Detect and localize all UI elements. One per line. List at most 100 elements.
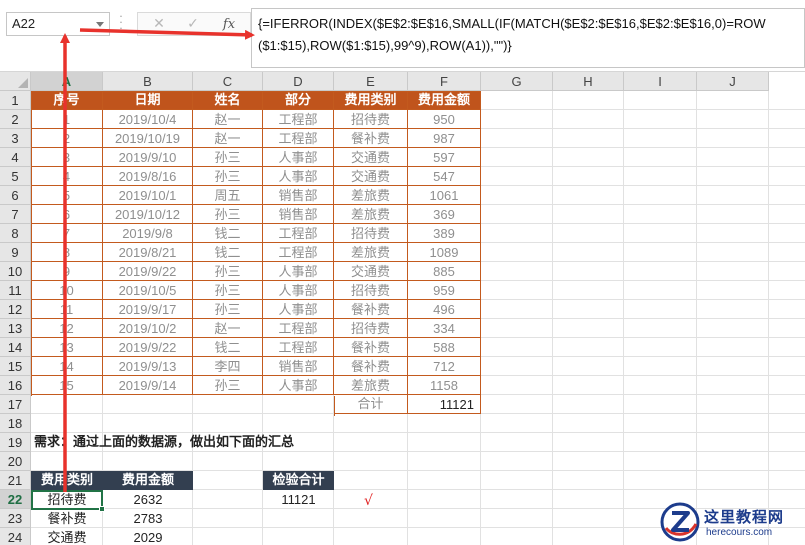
table-cell[interactable]: 11 [31, 300, 103, 319]
table-cell[interactable]: 人事部 [263, 300, 334, 319]
table-header-cell[interactable]: 部分 [263, 91, 334, 110]
row-header-8[interactable]: 8 [0, 224, 31, 243]
table-cell[interactable]: 招待费 [334, 319, 408, 338]
table-cell[interactable]: 赵一 [193, 129, 263, 148]
table-cell[interactable]: 人事部 [263, 167, 334, 186]
table-cell[interactable]: 959 [408, 281, 481, 300]
row-header-22[interactable]: 22 [0, 490, 31, 509]
table-cell[interactable]: 钱二 [193, 243, 263, 262]
table-header-cell[interactable]: 费用类别 [334, 91, 408, 110]
row-header-10[interactable]: 10 [0, 262, 31, 281]
table-cell[interactable]: 赵一 [193, 319, 263, 338]
table-cell[interactable]: 1089 [408, 243, 481, 262]
row-header-18[interactable]: 18 [0, 414, 31, 433]
table-cell[interactable]: 2019/9/10 [103, 148, 193, 167]
table-cell[interactable]: 李四 [193, 357, 263, 376]
table-cell[interactable]: 工程部 [263, 129, 334, 148]
table-cell[interactable]: 15 [31, 376, 103, 395]
table-cell[interactable]: 差旅费 [334, 205, 408, 224]
table-cell[interactable]: 5 [31, 186, 103, 205]
summary-cell[interactable]: 2632 [103, 490, 193, 509]
table-cell[interactable]: 950 [408, 110, 481, 129]
summary-cell[interactable]: 2029 [103, 528, 193, 545]
table-cell[interactable]: 工程部 [263, 338, 334, 357]
table-cell[interactable]: 人事部 [263, 148, 334, 167]
table-cell[interactable]: 2019/9/8 [103, 224, 193, 243]
table-cell[interactable]: 885 [408, 262, 481, 281]
table-cell[interactable]: 餐补费 [334, 129, 408, 148]
table-cell[interactable]: 销售部 [263, 205, 334, 224]
table-cell[interactable]: 孙三 [193, 205, 263, 224]
table-cell[interactable]: 孙三 [193, 300, 263, 319]
summary-cell[interactable]: 2783 [103, 509, 193, 528]
row-header-21[interactable]: 21 [0, 471, 31, 490]
table-cell[interactable]: 588 [408, 338, 481, 357]
table-cell[interactable]: 2019/8/16 [103, 167, 193, 186]
row-header-5[interactable]: 5 [0, 167, 31, 186]
row-header-14[interactable]: 14 [0, 338, 31, 357]
table-cell[interactable]: 招待费 [334, 110, 408, 129]
confirm-icon[interactable]: ✓ [180, 14, 206, 35]
table-cell[interactable]: 销售部 [263, 357, 334, 376]
row-header-17[interactable]: 17 [0, 395, 31, 414]
column-header-j[interactable]: J [697, 72, 769, 91]
table-cell[interactable]: 369 [408, 205, 481, 224]
column-header-f[interactable]: F [408, 72, 481, 91]
row-header-6[interactable]: 6 [0, 186, 31, 205]
row-header-1[interactable]: 1 [0, 91, 31, 110]
table-cell[interactable]: 2019/8/21 [103, 243, 193, 262]
summary-cell[interactable]: 招待费 [31, 490, 103, 509]
table-cell[interactable]: 餐补费 [334, 300, 408, 319]
table-header-cell[interactable]: 费用金额 [408, 91, 481, 110]
table-cell[interactable]: 547 [408, 167, 481, 186]
column-header-d[interactable]: D [263, 72, 334, 91]
summary-header-cell[interactable]: 费用金额 [103, 471, 193, 490]
column-header-g[interactable]: G [481, 72, 553, 91]
table-cell[interactable]: 人事部 [263, 376, 334, 395]
row-header-2[interactable]: 2 [0, 110, 31, 129]
insert-function-icon[interactable]: fx [216, 14, 242, 35]
table-cell[interactable]: 7 [31, 224, 103, 243]
table-cell[interactable]: 2019/10/1 [103, 186, 193, 205]
table-cell[interactable]: 人事部 [263, 281, 334, 300]
table-cell[interactable]: 987 [408, 129, 481, 148]
table-cell[interactable]: 8 [31, 243, 103, 262]
table-cell[interactable]: 712 [408, 357, 481, 376]
table-cell[interactable]: 孙三 [193, 281, 263, 300]
table-cell[interactable]: 2019/10/19 [103, 129, 193, 148]
summary-header-cell[interactable]: 费用类别 [31, 471, 103, 490]
table-cell[interactable]: 1158 [408, 376, 481, 395]
table-cell[interactable]: 2019/10/4 [103, 110, 193, 129]
table-cell[interactable]: 2019/9/14 [103, 376, 193, 395]
table-cell[interactable]: 2019/9/13 [103, 357, 193, 376]
table-cell[interactable]: 2019/9/17 [103, 300, 193, 319]
formula-input[interactable]: {=IFERROR(INDEX($E$2:$E$16,SMALL(IF(MATC… [251, 8, 805, 68]
table-cell[interactable]: 交通费 [334, 167, 408, 186]
table-cell[interactable]: 交通费 [334, 262, 408, 281]
column-header-i[interactable]: I [624, 72, 697, 91]
column-header-c[interactable]: C [193, 72, 263, 91]
table-cell[interactable]: 10 [31, 281, 103, 300]
check-header[interactable]: 检验合计 [263, 471, 334, 490]
row-header-24[interactable]: 24 [0, 528, 31, 545]
table-cell[interactable]: 销售部 [263, 186, 334, 205]
table-header-cell[interactable]: 姓名 [193, 91, 263, 110]
row-header-11[interactable]: 11 [0, 281, 31, 300]
table-cell[interactable]: 餐补费 [334, 338, 408, 357]
row-header-3[interactable]: 3 [0, 129, 31, 148]
table-cell[interactable]: 餐补费 [334, 357, 408, 376]
table-cell[interactable]: 差旅费 [334, 376, 408, 395]
table-cell[interactable]: 334 [408, 319, 481, 338]
row-header-16[interactable]: 16 [0, 376, 31, 395]
table-cell[interactable]: 交通费 [334, 148, 408, 167]
table-cell[interactable]: 人事部 [263, 262, 334, 281]
cancel-icon[interactable]: ✕ [146, 14, 172, 35]
row-header-23[interactable]: 23 [0, 509, 31, 528]
table-cell[interactable]: 4 [31, 167, 103, 186]
table-cell[interactable]: 6 [31, 205, 103, 224]
row-header-19[interactable]: 19 [0, 433, 31, 452]
select-all-corner[interactable] [0, 72, 31, 91]
total-value[interactable]: 11121 [408, 395, 481, 414]
summary-cell[interactable]: 交通费 [31, 528, 103, 545]
row-header-12[interactable]: 12 [0, 300, 31, 319]
